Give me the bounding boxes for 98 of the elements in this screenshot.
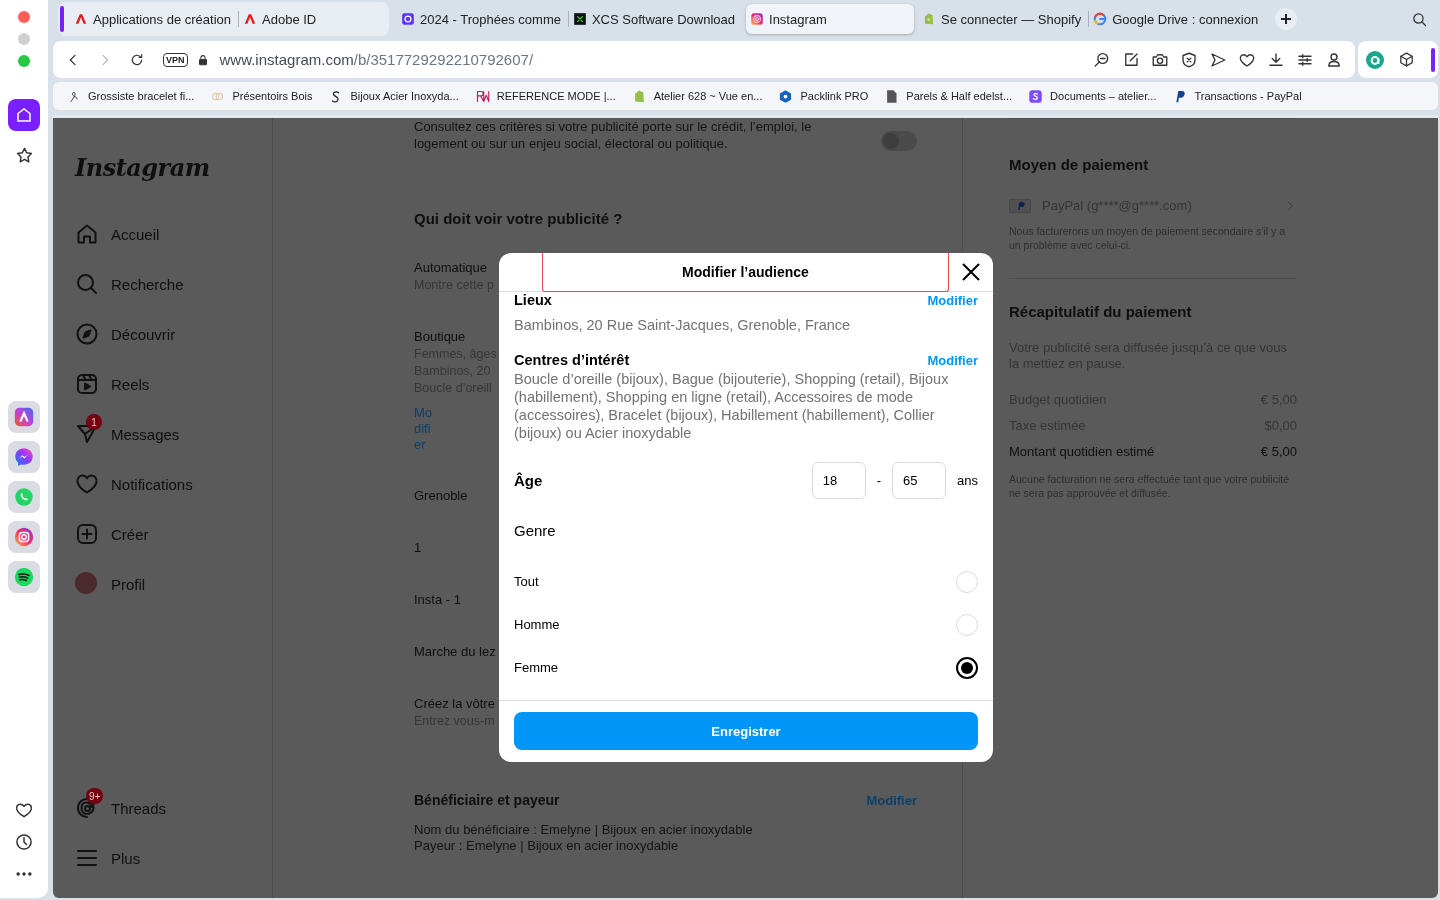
person-icon[interactable] [1325,50,1343,69]
download-icon[interactable] [1267,50,1285,69]
address-bar[interactable]: VPN www.instagram.com/b/3517729292210792607/ [53,41,1355,78]
range-dash: - [876,473,882,488]
heart-icon[interactable] [14,800,34,820]
option-title: Marche du lez [414,643,496,661]
bookmark-link[interactable]: Packlink PRO [778,88,869,104]
nav-link[interactable]: 1 Messages [65,409,261,459]
heart-icon [75,472,99,496]
section-heading: Moyen de paiement [1009,156,1150,173]
spotify-app-icon[interactable] [8,561,40,593]
url-text[interactable]: www.instagram.com/b/3517729292210792607/ [219,51,534,68]
search-icon[interactable] [1411,10,1428,28]
compass-icon [75,322,99,346]
vpn-badge[interactable]: VPN [163,52,188,67]
gender-label: Genre [514,521,557,541]
bookmark-link[interactable]: Documents – atelier... [1028,88,1157,104]
instagram-app-icon[interactable] [8,521,40,553]
section-text: Bambinos, 20 Rue Saint-Jacques, Grenoble, France [514,316,852,334]
browser-tab[interactable]: Se connecter — Shopify [918,4,1089,34]
radio-label: Homme [514,617,560,632]
notice-text: Consultez ces critères si votre publicité porte sur le crédit, l’emploi, le logement ou sur un enjeu social, électoral ou politique. [414,118,813,152]
radio-label: Tout [514,574,539,589]
history-clock-icon[interactable] [14,832,34,852]
option-title: Boutique [414,328,466,346]
rounded-square-logo-icon [1028,88,1044,104]
option-title: Grenoble [414,487,468,505]
star-icon[interactable] [14,146,34,165]
home-button[interactable] [8,99,40,131]
browser-tab[interactable]: Instagram [746,4,914,34]
bookmark-link[interactable]: Présentoirs Bois [210,88,313,104]
bookmark-link[interactable]: Parels & Half edelst... [884,88,1013,104]
search-icon [75,272,99,296]
browser-tab[interactable]: XCS Software Download [568,4,742,34]
bookmark-link[interactable]: Atelier 628 ~ Vue en... [631,88,763,104]
min-age-field[interactable]: 18 [811,462,866,499]
hexagon-logo-icon [778,88,794,104]
zoom-out-icon[interactable] [1093,50,1111,69]
bookmark-link[interactable]: Bijoux Acier Inoxyda... [328,88,459,104]
dialog-title: Modifier l’audience [542,253,949,292]
close-window-button[interactable] [18,11,30,23]
age-unit: ans [957,473,978,488]
bookmark-link[interactable]: Transactions - PayPal [1172,88,1302,104]
cube-icon[interactable] [1398,51,1415,68]
section-heading: Qui doit voir votre publicité ? [414,210,624,227]
shield-icon[interactable] [1180,50,1198,69]
paypal-card-icon [1009,198,1031,213]
aria-app-icon[interactable] [8,401,40,433]
browser-tab[interactable]: 2024 - Trophées comme [397,4,568,34]
send-icon[interactable] [1209,50,1227,69]
option-title: Créez la vôtre [414,695,495,713]
option-title: Insta - 1 [414,591,461,609]
browser-tab[interactable]: Adobe ID [239,4,390,34]
circle-logo-icon [401,12,416,26]
home-icon [15,106,33,124]
summary-label: Montant quotidien estimé [1009,444,1155,459]
notification-badge: 9+ [86,788,104,804]
avatar [75,572,97,594]
close-icon [961,262,981,282]
instagram-logo-icon [750,12,764,26]
max-age-field[interactable]: 65 [892,462,947,499]
shopping-bag-icon [922,12,936,26]
section-heading: Récapitulatif du paiement [1009,303,1193,320]
section-text: Boucle d’oreille (bijoux), Bague (bijouterie), Shopping (retail), Bijoux (habillement), Shopping en ligne (retail), Accessoires de mode (accessoires), Bracelet (bijoux), Habillement (habillement), Collier (bijoux) ou Acier inoxydable [514,370,950,442]
notification-badge: 1 [86,414,102,430]
section-heading: Centres d’intérêt [514,352,630,369]
document-icon [884,88,900,104]
browser-tab[interactable]: Applications de création [70,4,239,34]
bookmark-link[interactable]: Grossiste bracelet fi... [66,88,195,104]
radio-button[interactable] [956,656,978,679]
beneficiary-text: Payeur : Emelyne | Bijoux en acier inoxydable [414,838,680,854]
new-tab-button[interactable] [1275,8,1298,30]
google-logo-icon [1093,12,1108,26]
section-heading: Lieux [514,292,552,309]
summary-amount: € 5,00 [1260,444,1297,459]
edit-icon[interactable] [1122,50,1140,69]
home-icon [75,222,99,246]
reels-icon [75,372,99,396]
option-title: 1 [414,539,422,557]
toggle-switch[interactable] [881,131,917,151]
aria-extension-icon[interactable] [1366,50,1384,69]
beneficiary-text: Nom du bénéficiaire : Emelyne | Bijoux en acier inoxydable [414,822,754,838]
nav-link[interactable]: 9+ Threads [65,783,261,833]
monogram-logo-icon [474,88,490,104]
plus-square-icon [75,522,99,546]
plus-icon [1280,13,1293,25]
messenger-app-icon[interactable] [8,441,40,473]
bookmark-link[interactable]: REFERENCE MODE |... [474,88,616,104]
adobe-logo-icon [243,12,258,26]
radio-label: Femme [514,660,559,675]
adobe-logo-icon [74,12,88,26]
section-heading: Bénéficiaire et payeur [414,792,560,808]
option-title: Automatique [414,259,487,277]
reload-icon[interactable] [129,51,145,68]
tab-group[interactable]: Applications de création Adobe ID [58,2,390,36]
browser-tab[interactable]: Google Drive : connexion [1089,4,1266,34]
x-logo-icon [572,12,587,26]
age-label: Âge [514,472,543,489]
